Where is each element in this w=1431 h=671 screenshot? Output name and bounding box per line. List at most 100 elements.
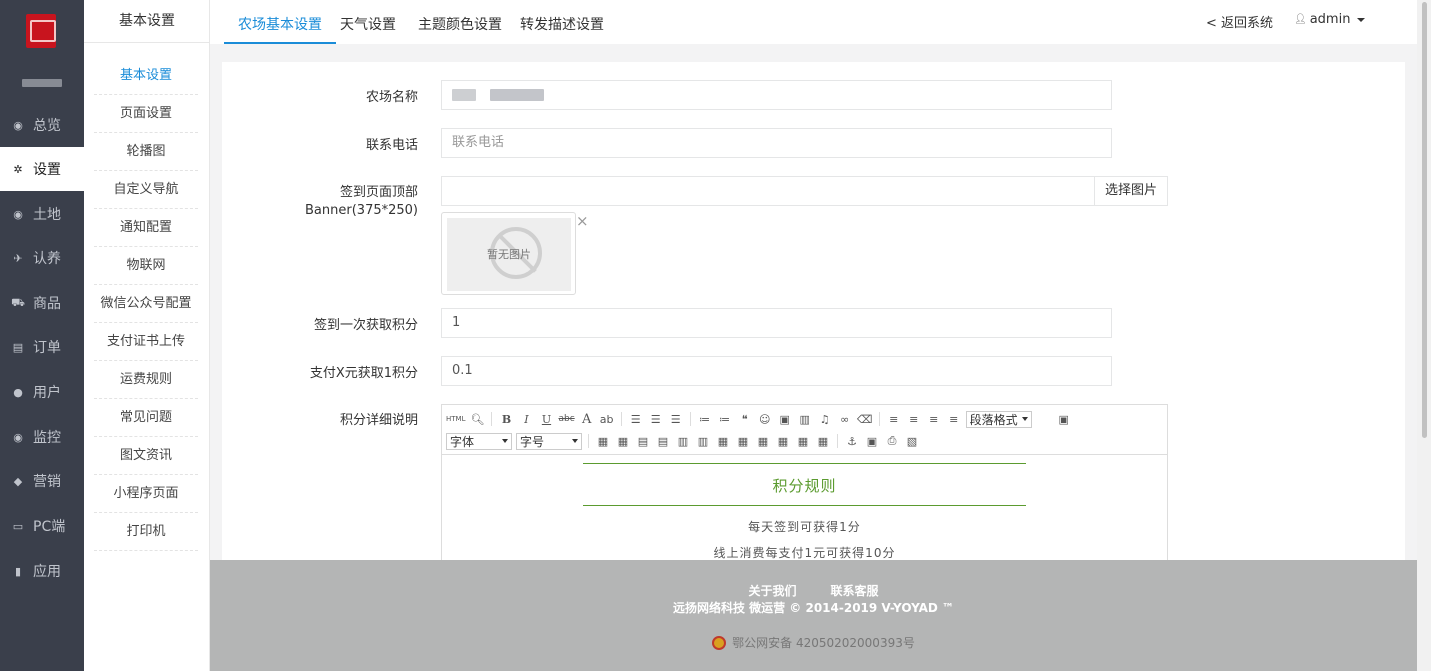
table-props-icon[interactable]: ▦ [615, 433, 631, 449]
service-link[interactable]: 联系客服 [831, 582, 879, 599]
merge-cells-icon[interactable]: ▦ [715, 433, 731, 449]
submenu-item-10[interactable]: 图文资讯 [94, 437, 198, 475]
farm-name-label: 农场名称 [365, 90, 418, 105]
highlight-icon[interactable]: ab [599, 411, 615, 427]
tab-farm-basic[interactable]: 农场基本设置 [224, 0, 336, 44]
html-source-button[interactable]: HTML [446, 411, 465, 427]
eraser-icon[interactable]: ⌫ [857, 411, 873, 427]
phone-input[interactable]: 联系电话 [441, 128, 1112, 158]
farm-switcher[interactable] [0, 74, 84, 92]
insert-row-icon[interactable]: ▤ [635, 433, 651, 449]
bold-button[interactable]: B [498, 411, 514, 427]
sidebar-item-1[interactable]: ✲ 设置 [0, 147, 84, 191]
submenu-item-3[interactable]: 自定义导航 [94, 171, 198, 209]
image-icon[interactable]: ▣ [777, 411, 793, 427]
remove-image-icon[interactable]: × [576, 212, 589, 230]
split-row-icon[interactable]: ▦ [755, 433, 771, 449]
fullscreen-icon[interactable]: ▣ [1056, 411, 1072, 427]
sidebar-item-10[interactable]: ▮ 应用 [0, 549, 84, 593]
pay-points-input[interactable]: 0.1 [441, 356, 1112, 386]
rich-text-editor[interactable]: HTML 🔍︎ B I U abc A ab ☰ ☰ ☰ ≔ ≔ ❝ ☺ ▣ ▥… [441, 404, 1168, 560]
sidebar-item-9[interactable]: ▭ PC端 [0, 504, 84, 548]
print-icon[interactable]: ⎙ [884, 433, 900, 449]
quote-icon[interactable]: ❝ [737, 411, 753, 427]
banner-path-input[interactable] [441, 176, 1095, 206]
align-right-icon[interactable]: ☰ [668, 411, 684, 427]
align-left-icon[interactable]: ☰ [628, 411, 644, 427]
font-size-select[interactable]: 字号 [516, 432, 582, 450]
gear-icon: ✲ [13, 162, 23, 176]
beian-record[interactable]: 鄂公网安备 42050202000393号 [210, 634, 1417, 651]
split-cells-icon[interactable]: ▦ [735, 433, 751, 449]
submenu-item-1[interactable]: 页面设置 [94, 95, 198, 133]
table-icon[interactable]: ▦ [595, 433, 611, 449]
preview-icon[interactable]: 🔍︎ [469, 411, 485, 427]
submenu-item-11[interactable]: 小程序页面 [94, 475, 198, 513]
delete-col-icon[interactable]: ▥ [695, 433, 711, 449]
submenu-item-4[interactable]: 通知配置 [94, 209, 198, 247]
submenu-item-9[interactable]: 常见问题 [94, 399, 198, 437]
submenu-item-6[interactable]: 微信公众号配置 [94, 285, 198, 323]
sidebar-item-8[interactable]: ◆ 营销 [0, 459, 84, 503]
line-height-icon[interactable]: ≡ [906, 411, 922, 427]
table-grid-icon[interactable]: ▦ [795, 433, 811, 449]
anchor-icon[interactable]: ⚓︎ [844, 433, 860, 449]
submenu-title: 基本设置 [119, 13, 175, 29]
italic-button[interactable]: I [518, 411, 534, 427]
sidebar-item-4[interactable]: ⛟ 商品 [0, 281, 84, 325]
indent-icon[interactable]: ≡ [886, 411, 902, 427]
music-icon[interactable]: ♫ [817, 411, 833, 427]
strikethrough-button[interactable]: abc [558, 411, 574, 427]
submenu-item-7[interactable]: 支付证书上传 [94, 323, 198, 361]
police-emblem-icon [712, 635, 727, 650]
font-color-button[interactable]: A [579, 411, 595, 427]
sidebar-item-7[interactable]: ◉ 监控 [0, 415, 84, 459]
submenu-item-12[interactable]: 打印机 [94, 513, 198, 551]
sidebar-item-6[interactable]: ● 用户 [0, 370, 84, 414]
insert-col-icon[interactable]: ▥ [675, 433, 691, 449]
submenu-item-5[interactable]: 物联网 [94, 247, 198, 285]
emoji-icon[interactable]: ☺ [757, 411, 773, 427]
sign-points-input[interactable]: 1 [441, 308, 1112, 338]
split-col-icon[interactable]: ▦ [775, 433, 791, 449]
tab-weather[interactable]: 天气设置 [326, 0, 410, 44]
delete-row-icon[interactable]: ▤ [655, 433, 671, 449]
paragraph-format-select[interactable]: 段落格式 [965, 410, 1032, 428]
sidebar-item-2[interactable]: ◉ 土地 [0, 192, 84, 236]
table-grid2-icon[interactable]: ▦ [815, 433, 831, 449]
user-menu[interactable]: 👤︎ admin [1294, 12, 1366, 27]
sidebar-item-3[interactable]: ✈ 认养 [0, 236, 84, 280]
editor-content[interactable]: 积分规则 每天签到可获得1分 线上消费每支付1元可获得10分 [442, 455, 1167, 560]
farm-name-input[interactable] [441, 80, 1112, 110]
tab-theme-color[interactable]: 主题颜色设置 [404, 0, 516, 44]
draft-icon[interactable]: ▧ [904, 433, 920, 449]
sidebar-item-0[interactable]: ◉ 总览 [0, 103, 84, 147]
about-link[interactable]: 关于我们 [748, 582, 796, 599]
phone-label: 联系电话 [365, 138, 418, 153]
spacing-icon[interactable]: ≡ [926, 411, 942, 427]
submenu-item-8[interactable]: 运费规则 [94, 361, 198, 399]
scrollbar-thumb[interactable] [1422, 2, 1427, 438]
font-family-select[interactable]: 字体 [446, 432, 512, 450]
choose-image-button[interactable]: 选择图片 [1094, 176, 1168, 206]
toolbar-divider [689, 412, 691, 426]
page-scrollbar[interactable] [1417, 0, 1431, 671]
brand-logo[interactable] [26, 14, 56, 48]
main-sidebar: ◉ 总览 ✲ 设置 ◉ 土地 ✈ 认养 ⛟ 商品 ▤ 订单 ● 用户 ◉ 监控 ◆ 营销 ▭ PC端 ▮ 应用 [0, 0, 84, 671]
video-icon[interactable]: ▥ [797, 411, 813, 427]
return-system-link[interactable]: < 返回系统 [1206, 12, 1273, 31]
submenu-item-0[interactable]: 基本设置 [94, 57, 198, 95]
ordered-list-icon[interactable]: ≔ [697, 411, 713, 427]
sidebar-item-label: 商品 [33, 296, 61, 312]
link-icon[interactable]: ∞ [837, 411, 853, 427]
unordered-list-icon[interactable]: ≔ [717, 411, 733, 427]
template-icon[interactable]: ▣ [864, 433, 880, 449]
align-center-icon[interactable]: ☰ [648, 411, 664, 427]
page-footer: 关于我们 联系客服 远扬网络科技 微运营 © 2014-2019 V-YOYAD… [210, 560, 1417, 671]
direction-icon[interactable]: ≡ [946, 411, 962, 427]
sidebar-item-5[interactable]: ▤ 订单 [0, 325, 84, 369]
tab-share-desc[interactable]: 转发描述设置 [506, 0, 618, 44]
cart-icon: ⛟ [11, 295, 25, 309]
underline-button[interactable]: U [538, 411, 554, 427]
submenu-item-2[interactable]: 轮播图 [94, 133, 198, 171]
